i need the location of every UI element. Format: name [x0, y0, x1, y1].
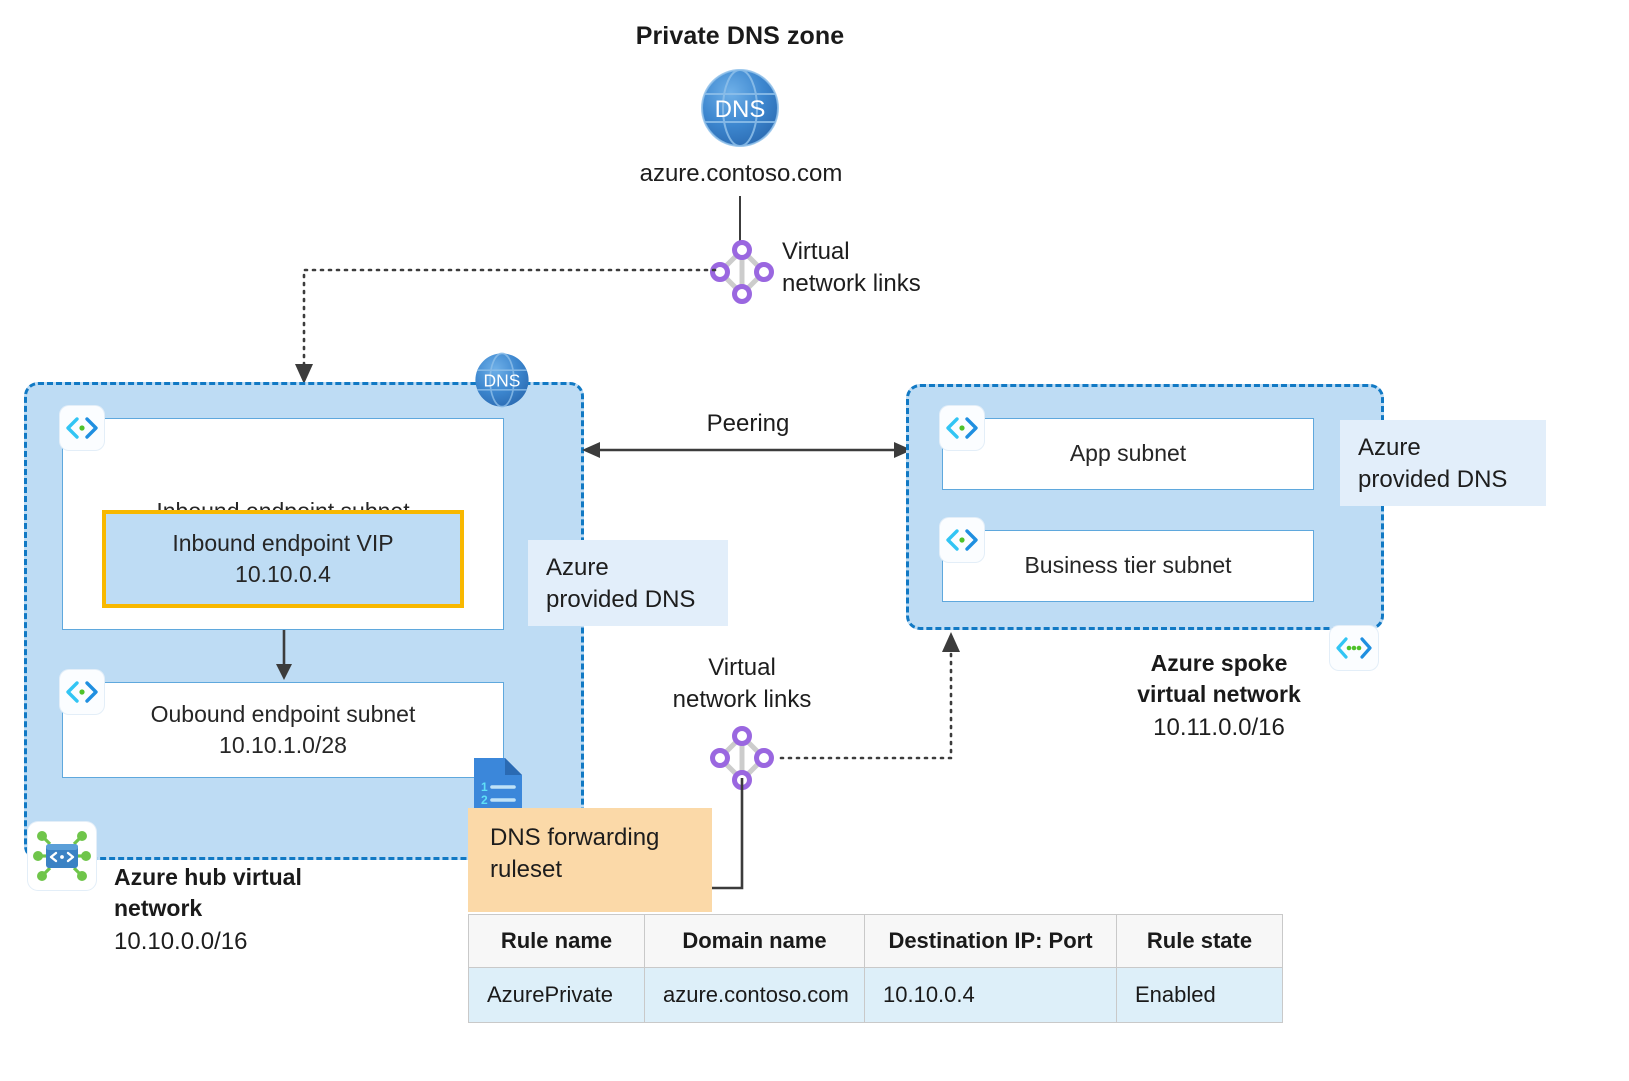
svg-text:DNS: DNS	[484, 370, 521, 390]
svg-text:1: 1	[481, 780, 488, 794]
cell-rule-name: AzurePrivate	[468, 967, 645, 1023]
callout-dns-forwarding-ruleset: DNS forwarding ruleset	[468, 808, 712, 912]
table-header-rule-name: Rule name	[468, 914, 645, 968]
page-title: Private DNS zone	[635, 22, 845, 50]
inbound-endpoint-vip-address: 10.10.0.4	[235, 561, 331, 587]
arrow-inbound-to-outbound	[276, 630, 292, 680]
subnet-app[interactable]: App subnet	[942, 418, 1314, 490]
subnet-outbound-endpoint[interactable]: Oubound endpoint subnet 10.10.1.0/28	[62, 682, 504, 778]
subnet-outbound-endpoint-name: Oubound endpoint subnet	[150, 700, 416, 727]
dns-globe-icon: DNS	[700, 68, 780, 148]
callout-spoke-line1: Azure	[1358, 434, 1421, 461]
links-label-line2: network links	[782, 269, 921, 297]
hub-cidr: 10.10.0.0/16	[114, 928, 248, 955]
subnet-business-tier-name: Business tier subnet	[1024, 552, 1232, 579]
table-header-domain-name: Domain name	[644, 914, 865, 968]
spoke-virtual-network-label: Azure spoke virtual network	[1110, 648, 1328, 709]
inbound-endpoint-vip-name: Inbound endpoint VIP	[172, 529, 394, 556]
dotted-link-to-spoke	[779, 632, 960, 760]
cell-destination-ip-port: 10.10.0.4	[864, 967, 1117, 1023]
inbound-endpoint-vip[interactable]: Inbound endpoint VIP 10.10.0.4	[102, 510, 464, 608]
hub-name-line2: network	[114, 894, 203, 921]
subnet-icon-app	[940, 406, 984, 450]
cell-rule-state: Enabled	[1116, 967, 1283, 1023]
virtual-network-icon-spoke	[1330, 626, 1378, 670]
ruleset-label-line2: ruleset	[490, 855, 563, 883]
ruleset-label-line1: DNS forwarding	[490, 824, 660, 851]
table-row[interactable]: AzurePrivate azure.contoso.com 10.10.0.4…	[468, 967, 1283, 1023]
spoke-cidr: 10.11.0.0/16	[1153, 714, 1285, 741]
hub-dns-badge-icon: DNS	[474, 352, 530, 408]
subnet-outbound-endpoint-cidr: 10.10.1.0/28	[219, 732, 347, 758]
spoke-name-line2: virtual network	[1137, 680, 1301, 707]
callout-hub-line2: provided DNS	[546, 585, 696, 613]
subnet-icon-outbound-endpoint	[60, 670, 104, 714]
table-header-destination-ip-port: Destination IP: Port	[864, 914, 1117, 968]
links-label-line1: Virtual	[782, 238, 850, 265]
cell-domain-name: azure.contoso.com	[644, 967, 865, 1023]
callout-hub-line1: Azure	[546, 554, 609, 581]
subnet-app-name: App subnet	[1069, 440, 1187, 467]
virtual-network-icon-hub	[28, 822, 96, 890]
table-header-rule-state: Rule state	[1116, 914, 1283, 968]
peering-arrow	[582, 442, 912, 458]
hub-virtual-network-label: Azure hub virtual network	[114, 862, 302, 923]
table-header-row: Rule name Domain name Destination IP: Po…	[468, 914, 1283, 968]
peering-label: Peering	[706, 410, 790, 437]
spoke-name-line1: Azure spoke	[1150, 650, 1288, 676]
private-dns-zone-domain: azure.contoso.com	[639, 160, 843, 187]
subnet-icon-business-tier	[940, 518, 984, 562]
callout-azure-provided-dns-spoke: Azure provided DNS	[1340, 420, 1546, 506]
svg-text:2: 2	[481, 793, 488, 807]
virtual-network-links-label-top: Virtual network links	[782, 236, 921, 300]
subnet-business-tier[interactable]: Business tier subnet	[942, 530, 1314, 602]
hub-name-line1: Azure hub virtual	[114, 864, 302, 890]
callout-spoke-line2: provided DNS	[1358, 465, 1508, 493]
callout-azure-provided-dns-hub: Azure provided DNS	[528, 540, 728, 626]
dns-forwarding-rules-table[interactable]: Rule name Domain name Destination IP: Po…	[468, 914, 1283, 1023]
svg-text:DNS: DNS	[715, 96, 766, 123]
subnet-icon-inbound-endpoint	[60, 406, 104, 450]
